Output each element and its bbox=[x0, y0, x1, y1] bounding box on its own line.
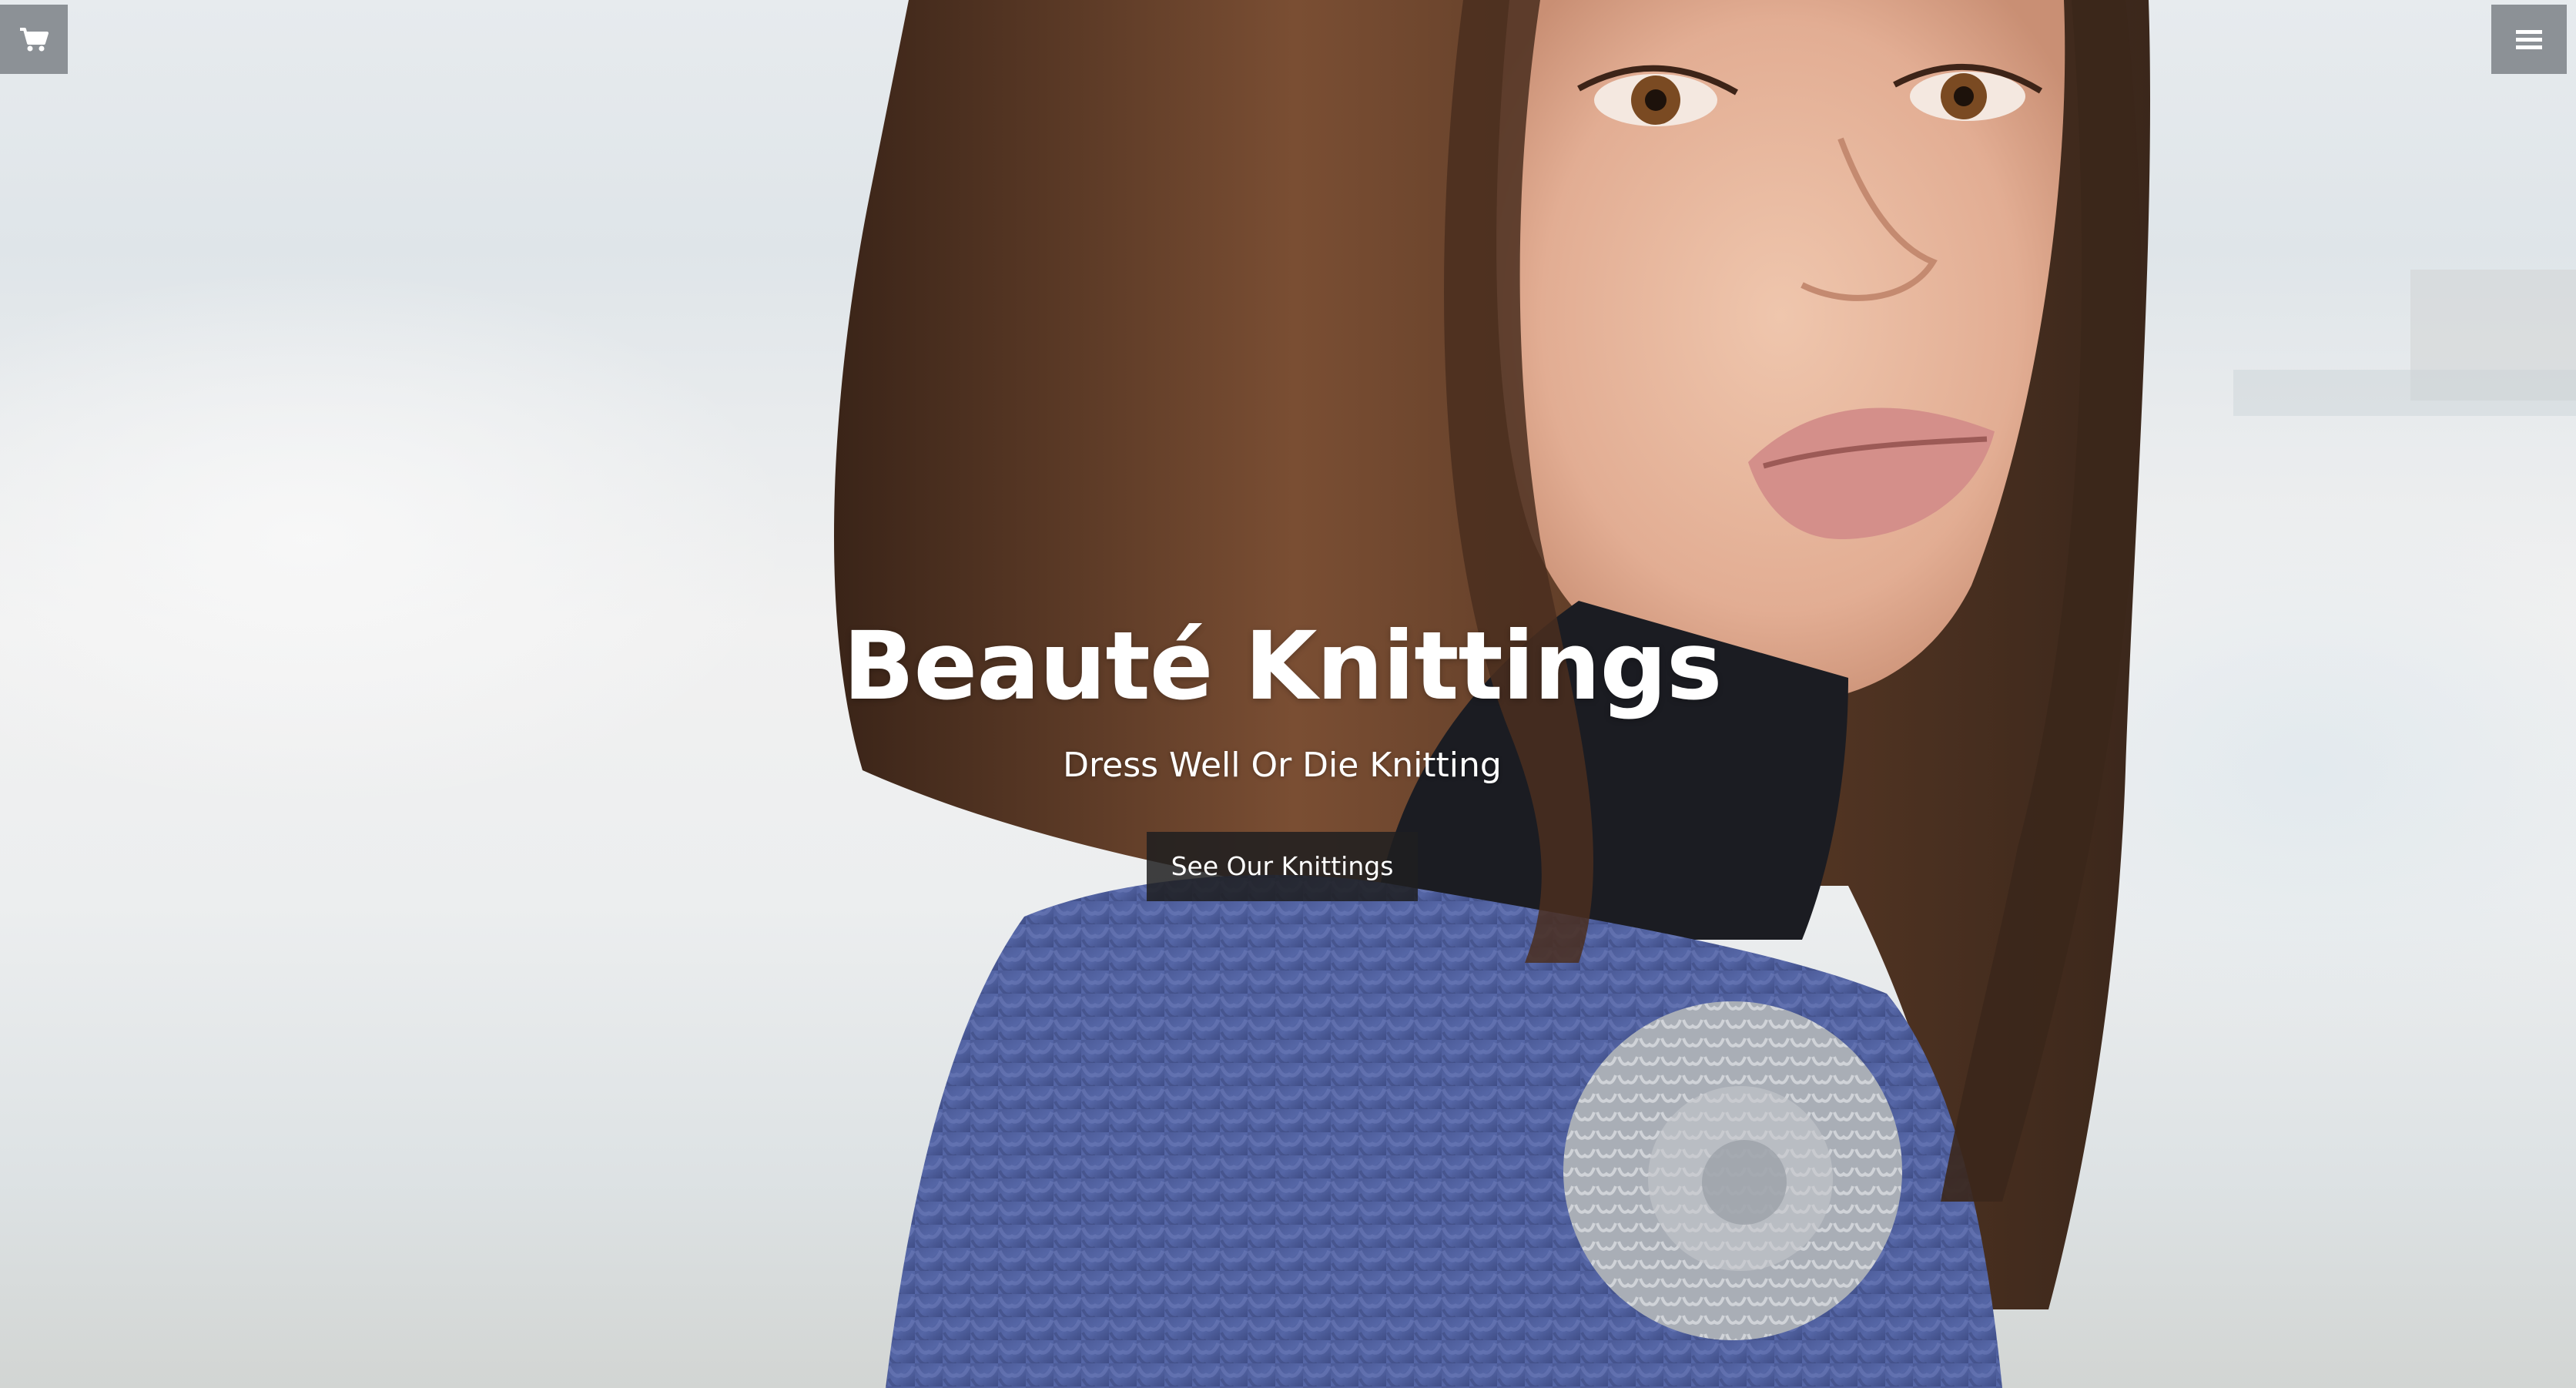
hamburger-menu-icon bbox=[2516, 30, 2542, 49]
hero-subtitle: Dress Well Or Die Knitting bbox=[1063, 746, 1502, 785]
hero-content: Beauté Knittings Dress Well Or Die Knitt… bbox=[0, 609, 2564, 901]
cart-button[interactable] bbox=[0, 5, 68, 74]
see-knittings-button[interactable]: See Our Knittings bbox=[1146, 832, 1419, 901]
hero-title: Beauté Knittings bbox=[842, 612, 1723, 721]
menu-button[interactable] bbox=[2491, 5, 2567, 74]
cart-icon bbox=[20, 28, 49, 52]
hero-section: Beauté Knittings Dress Well Or Die Knitt… bbox=[0, 0, 2576, 1388]
